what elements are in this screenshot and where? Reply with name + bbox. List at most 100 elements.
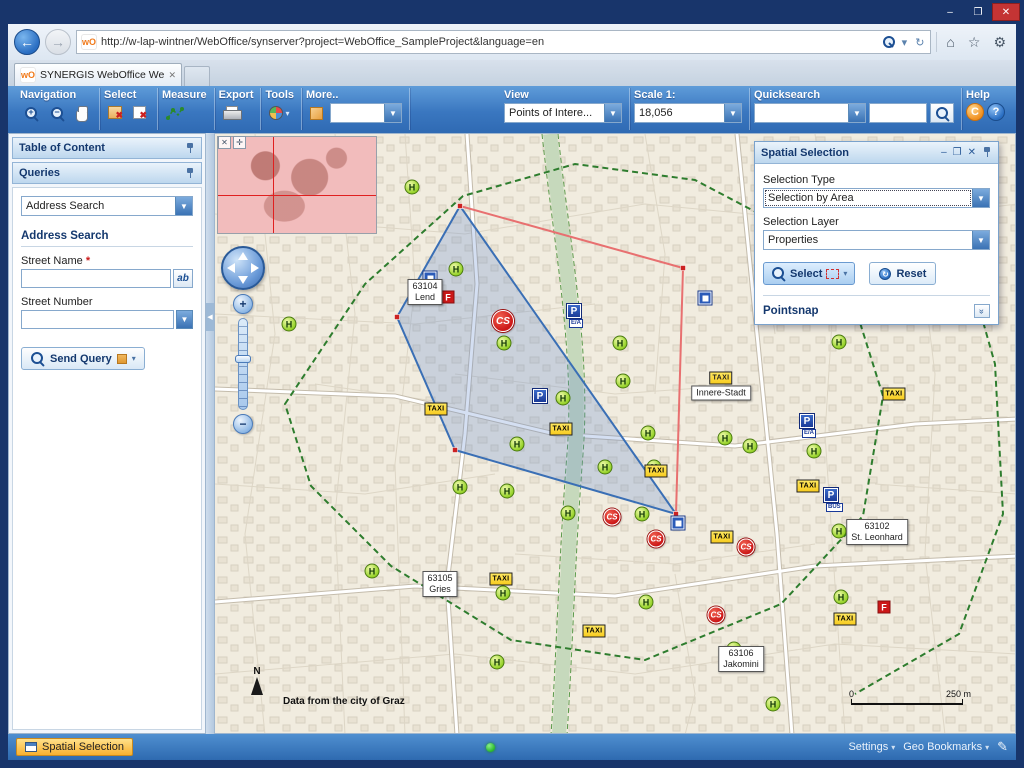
pan-east-icon[interactable]: [251, 263, 259, 273]
map-marker-h[interactable]: H: [555, 390, 571, 406]
chevron-down-icon[interactable]: ▾: [900, 36, 910, 49]
minimize-icon[interactable]: –: [941, 147, 947, 158]
search-icon[interactable]: [880, 35, 896, 50]
favorites-star-icon[interactable]: ☆: [964, 34, 985, 51]
map-marker-h[interactable]: H: [612, 335, 628, 351]
map-marker-pk[interactable]: P E/A: [800, 414, 817, 438]
send-query-button[interactable]: Send Query ▾: [21, 347, 145, 370]
edit-pencil-icon[interactable]: ✎: [997, 739, 1008, 755]
map-marker-h[interactable]: H: [452, 479, 468, 495]
pan-button[interactable]: [72, 105, 92, 123]
map-marker-h[interactable]: H: [806, 443, 822, 459]
reset-button[interactable]: ↻ Reset: [869, 262, 937, 285]
chevron-down-icon[interactable]: ▼: [848, 104, 865, 122]
move-overview-icon[interactable]: ✛: [233, 136, 246, 149]
tools-button[interactable]: ▾: [265, 103, 293, 123]
restore-icon[interactable]: ❐: [953, 147, 962, 158]
map-marker-pk[interactable]: P BUS: [824, 488, 843, 512]
map-marker-taxi[interactable]: TAXI: [424, 402, 448, 416]
street-name-input[interactable]: [21, 269, 171, 288]
query-type-dropdown[interactable]: Address Search ▼: [21, 196, 193, 216]
map-marker-taxi[interactable]: TAXI: [882, 387, 906, 401]
select-features-button[interactable]: [104, 103, 126, 122]
map-marker-h[interactable]: H: [560, 505, 576, 521]
zoom-out-slider-button[interactable]: −: [233, 414, 253, 434]
pin-icon[interactable]: [982, 147, 992, 158]
quicksearch-input[interactable]: [869, 103, 927, 123]
view-dropdown[interactable]: Points of Intere... ▼: [504, 103, 622, 123]
url-input[interactable]: [101, 36, 876, 48]
clear-selection-button[interactable]: [129, 103, 150, 122]
pan-west-icon[interactable]: [227, 263, 235, 273]
map-marker-info[interactable]: [671, 516, 685, 530]
measure-button[interactable]: [162, 103, 188, 124]
gear-icon[interactable]: ⚙: [989, 34, 1010, 51]
context-help-button[interactable]: C: [966, 103, 984, 121]
map-marker-h[interactable]: H: [496, 335, 512, 351]
zoom-slider[interactable]: [235, 318, 251, 410]
map-marker-taxi[interactable]: TAXI: [549, 422, 573, 436]
pan-compass[interactable]: [221, 246, 265, 290]
zoom-out-button[interactable]: −: [46, 103, 69, 124]
map-marker-h[interactable]: H: [597, 459, 613, 475]
map-marker-taxi[interactable]: TAXI: [796, 479, 820, 493]
map-marker-h[interactable]: H: [495, 585, 511, 601]
sidebar-panel-table-of-content[interactable]: Table of Content: [12, 137, 202, 159]
overview-map[interactable]: [217, 136, 377, 234]
map-marker-h[interactable]: H: [404, 179, 420, 195]
map-marker-taxi[interactable]: TAXI: [582, 624, 606, 638]
selection-type-dropdown[interactable]: Selection by Area ▼: [763, 188, 990, 208]
refresh-icon[interactable]: ↻: [913, 36, 926, 49]
spatial-selection-taskbar-button[interactable]: Spatial Selection: [16, 738, 133, 756]
close-icon[interactable]: ✕: [968, 147, 976, 158]
url-box[interactable]: wO ▾ ↻: [76, 30, 932, 54]
map-marker-info[interactable]: [698, 291, 712, 305]
map-marker-pk[interactable]: P E/A: [567, 304, 584, 328]
map-marker-h[interactable]: H: [640, 425, 656, 441]
map-marker-h[interactable]: H: [833, 589, 849, 605]
map-marker-taxi[interactable]: TAXI: [644, 464, 668, 478]
help-button[interactable]: ?: [987, 103, 1005, 121]
zoom-in-button[interactable]: +: [20, 103, 43, 124]
browser-tab[interactable]: wO SYNERGIS WebOffice Web... ✕: [14, 63, 182, 86]
map-marker-taxi[interactable]: TAXI: [833, 612, 857, 626]
street-number-input[interactable]: [21, 310, 174, 329]
chevron-down-icon[interactable]: ▼: [604, 104, 621, 122]
map-marker-h[interactable]: H: [509, 436, 525, 452]
map-marker-h[interactable]: H: [489, 654, 505, 670]
map-marker-h[interactable]: H: [717, 430, 733, 446]
map-marker-cs[interactable]: CS: [647, 530, 665, 548]
pan-north-icon[interactable]: [238, 252, 248, 260]
map-marker-h[interactable]: H: [634, 506, 650, 522]
more-dropdown[interactable]: ▼: [330, 103, 402, 123]
sidebar-panel-queries[interactable]: Queries: [12, 162, 202, 184]
new-tab-button[interactable]: [184, 66, 210, 86]
map-viewport[interactable]: ✕ ✛ + − HHHHHHHHHHHHHHHH H H H H H H H H…: [214, 133, 1016, 734]
starts-with-button[interactable]: ab: [173, 269, 193, 288]
map-marker-h[interactable]: H: [742, 438, 758, 454]
zoom-slider-handle[interactable]: [235, 355, 251, 363]
map-marker-h[interactable]: H: [831, 523, 847, 539]
map-marker-taxi[interactable]: TAXI: [489, 572, 513, 586]
quicksearch-button[interactable]: [930, 103, 954, 123]
map-marker-h[interactable]: H: [831, 334, 847, 350]
forward-button[interactable]: →: [45, 29, 71, 55]
window-maximize-button[interactable]: ❐: [964, 3, 992, 21]
geo-bookmarks-menu[interactable]: Geo Bookmarks ▾: [903, 741, 989, 753]
window-minimize-button[interactable]: –: [936, 3, 964, 21]
tab-close-icon[interactable]: ✕: [168, 70, 176, 81]
map-marker-h[interactable]: H: [281, 316, 297, 332]
select-button[interactable]: Select ▾: [763, 262, 856, 285]
pin-icon[interactable]: [185, 142, 195, 154]
map-marker-h[interactable]: H: [364, 563, 380, 579]
map-marker-f[interactable]: F: [877, 600, 891, 614]
map-marker-h[interactable]: H: [615, 373, 631, 389]
map-marker-taxi[interactable]: TAXI: [710, 530, 734, 544]
scale-dropdown[interactable]: 18,056 ▼: [634, 103, 742, 123]
map-marker-f[interactable]: F: [441, 290, 455, 304]
chevron-down-icon[interactable]: ▼: [972, 189, 989, 207]
map-marker-cs[interactable]: CS: [737, 538, 755, 556]
map-marker-cs[interactable]: CS: [603, 508, 621, 526]
map-marker-h[interactable]: H: [765, 696, 781, 712]
more-tool-button[interactable]: [306, 104, 327, 123]
